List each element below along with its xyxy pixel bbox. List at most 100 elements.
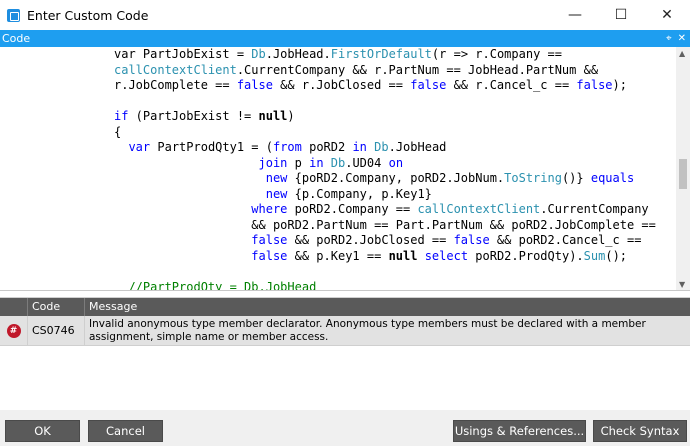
scroll-thumb[interactable] (679, 159, 687, 189)
code-token: callContextClient (417, 202, 541, 216)
code-line[interactable]: { (114, 125, 656, 141)
code-token: && r.JobClosed == (272, 78, 411, 92)
usings-references-button[interactable]: Usings & References... (453, 420, 586, 442)
error-row[interactable]: # CS0746 Invalid anonymous type member d… (0, 316, 690, 346)
scroll-up-icon[interactable]: ▲ (679, 49, 685, 58)
code-line[interactable] (114, 94, 656, 110)
code-token: callContextClient (114, 62, 237, 77)
code-token: false (251, 248, 288, 263)
code-token: select (424, 248, 469, 263)
code-text[interactable]: var PartJobExist = Db.JobHead.FirstOrDef… (114, 47, 656, 291)
check-syntax-button[interactable]: Check Syntax (593, 420, 687, 442)
code-token: && poRD2.PartNum == Part.PartNum && poRD… (114, 217, 656, 232)
code-line[interactable]: r.JobComplete == false && r.JobClosed ==… (114, 78, 656, 94)
window-title: Enter Custom Code (27, 7, 149, 23)
scroll-down-icon[interactable]: ▼ (679, 280, 685, 289)
code-token: on (388, 155, 404, 170)
code-token: (r => r.Company == (431, 47, 562, 61)
maximize-button[interactable]: ☐ (598, 0, 644, 30)
code-token: null (388, 248, 418, 263)
code-token: {poRD2.Company, poRD2.JobNum. (287, 171, 505, 185)
code-token: .UD04 (345, 155, 389, 170)
code-token: new (265, 171, 288, 185)
code-line[interactable]: //PartProdQty = Db.JobHead (114, 280, 656, 291)
code-line[interactable] (114, 264, 656, 280)
pin-icon[interactable]: ⌖ (666, 30, 672, 47)
code-panel-title: Code (2, 32, 31, 45)
code-token: join (258, 155, 288, 170)
panel-close-icon[interactable]: ✕ (678, 30, 686, 47)
code-line[interactable]: where poRD2.Company == callContextClient… (114, 202, 656, 218)
column-header-message[interactable]: Message (85, 298, 690, 316)
error-icon: # (6, 323, 21, 338)
code-token: in (309, 155, 324, 170)
code-token: ); (612, 78, 627, 92)
code-token: Sum (583, 248, 606, 263)
code-token: Db (330, 155, 346, 170)
code-token: equals (590, 171, 635, 185)
code-token: false (251, 233, 288, 247)
code-token: ()} (561, 171, 591, 185)
code-line[interactable]: if (PartJobExist != null) (114, 109, 656, 125)
code-token: && poRD2.Cancel_c == (489, 233, 642, 247)
code-line[interactable]: var PartProdQty1 = (from poRD2 in Db.Job… (114, 140, 656, 156)
error-code: CS0746 (28, 316, 85, 345)
column-header-icon[interactable] (0, 298, 28, 316)
minimize-button[interactable]: — (552, 0, 598, 30)
code-token: FirstOrDefault (330, 47, 432, 61)
code-token: poRD2.Company == (287, 202, 418, 216)
code-token: ) (287, 109, 295, 123)
code-line[interactable]: && poRD2.PartNum == Part.PartNum && poRD… (114, 218, 656, 234)
button-bar: OK Cancel Usings & References... Check S… (0, 410, 690, 446)
code-line[interactable]: false && p.Key1 == null select poRD2.Pro… (114, 249, 656, 265)
code-token: false (576, 78, 613, 92)
code-line[interactable]: false && poRD2.JobClosed == false && poR… (114, 233, 656, 249)
code-token: var (128, 140, 151, 154)
cancel-button[interactable]: Cancel (88, 420, 163, 442)
code-token: false (453, 233, 490, 247)
code-token: new (265, 186, 288, 201)
code-token: var PartJobExist = (114, 47, 252, 61)
code-token: && r.Cancel_c == (446, 78, 577, 92)
code-token: Db (251, 47, 266, 61)
code-token: p (287, 155, 310, 170)
ok-button[interactable]: OK (5, 420, 80, 442)
code-token: poRD2 (301, 140, 353, 154)
code-line[interactable]: new {p.Company, p.Key1} (114, 187, 656, 203)
code-token: { (114, 124, 122, 139)
code-line[interactable]: callContextClient.CurrentCompany && r.Pa… (114, 63, 656, 79)
column-header-code[interactable]: Code (28, 298, 85, 316)
code-token: false (410, 78, 447, 92)
code-token: {p.Company, p.Key1} (287, 186, 432, 201)
code-token: (PartJobExist != (128, 109, 259, 123)
code-token: where (251, 202, 288, 216)
window-controls: — ☐ ✕ (552, 0, 690, 30)
close-button[interactable]: ✕ (644, 0, 690, 30)
app-icon (7, 8, 20, 22)
code-token: .CurrentCompany && r.PartNum == JobHead.… (236, 62, 599, 77)
code-token: .CurrentCompany (540, 202, 649, 216)
code-token: false (236, 78, 273, 92)
code-line[interactable]: join p in Db.UD04 on (114, 156, 656, 172)
code-line[interactable]: new {poRD2.Company, poRD2.JobNum.ToStrin… (114, 171, 656, 187)
code-token: .JobHead (388, 140, 447, 154)
error-list: Code Message # CS0746 Invalid anonymous … (0, 297, 690, 407)
code-token: Db (374, 140, 389, 154)
code-editor[interactable]: var PartJobExist = Db.JobHead.FirstOrDef… (0, 47, 690, 291)
code-token: from (272, 140, 302, 154)
code-panel-header: Code ⌖ ✕ (0, 30, 690, 47)
code-token: ToString (504, 171, 562, 185)
code-token: poRD2.ProdQty). (468, 248, 584, 263)
editor-scrollbar[interactable]: ▲ ▼ (676, 47, 690, 290)
code-token: .JobHead. (265, 47, 331, 61)
code-line[interactable]: var PartJobExist = Db.JobHead.FirstOrDef… (114, 47, 656, 63)
code-token: null (258, 109, 288, 123)
code-token: (); (605, 248, 628, 263)
